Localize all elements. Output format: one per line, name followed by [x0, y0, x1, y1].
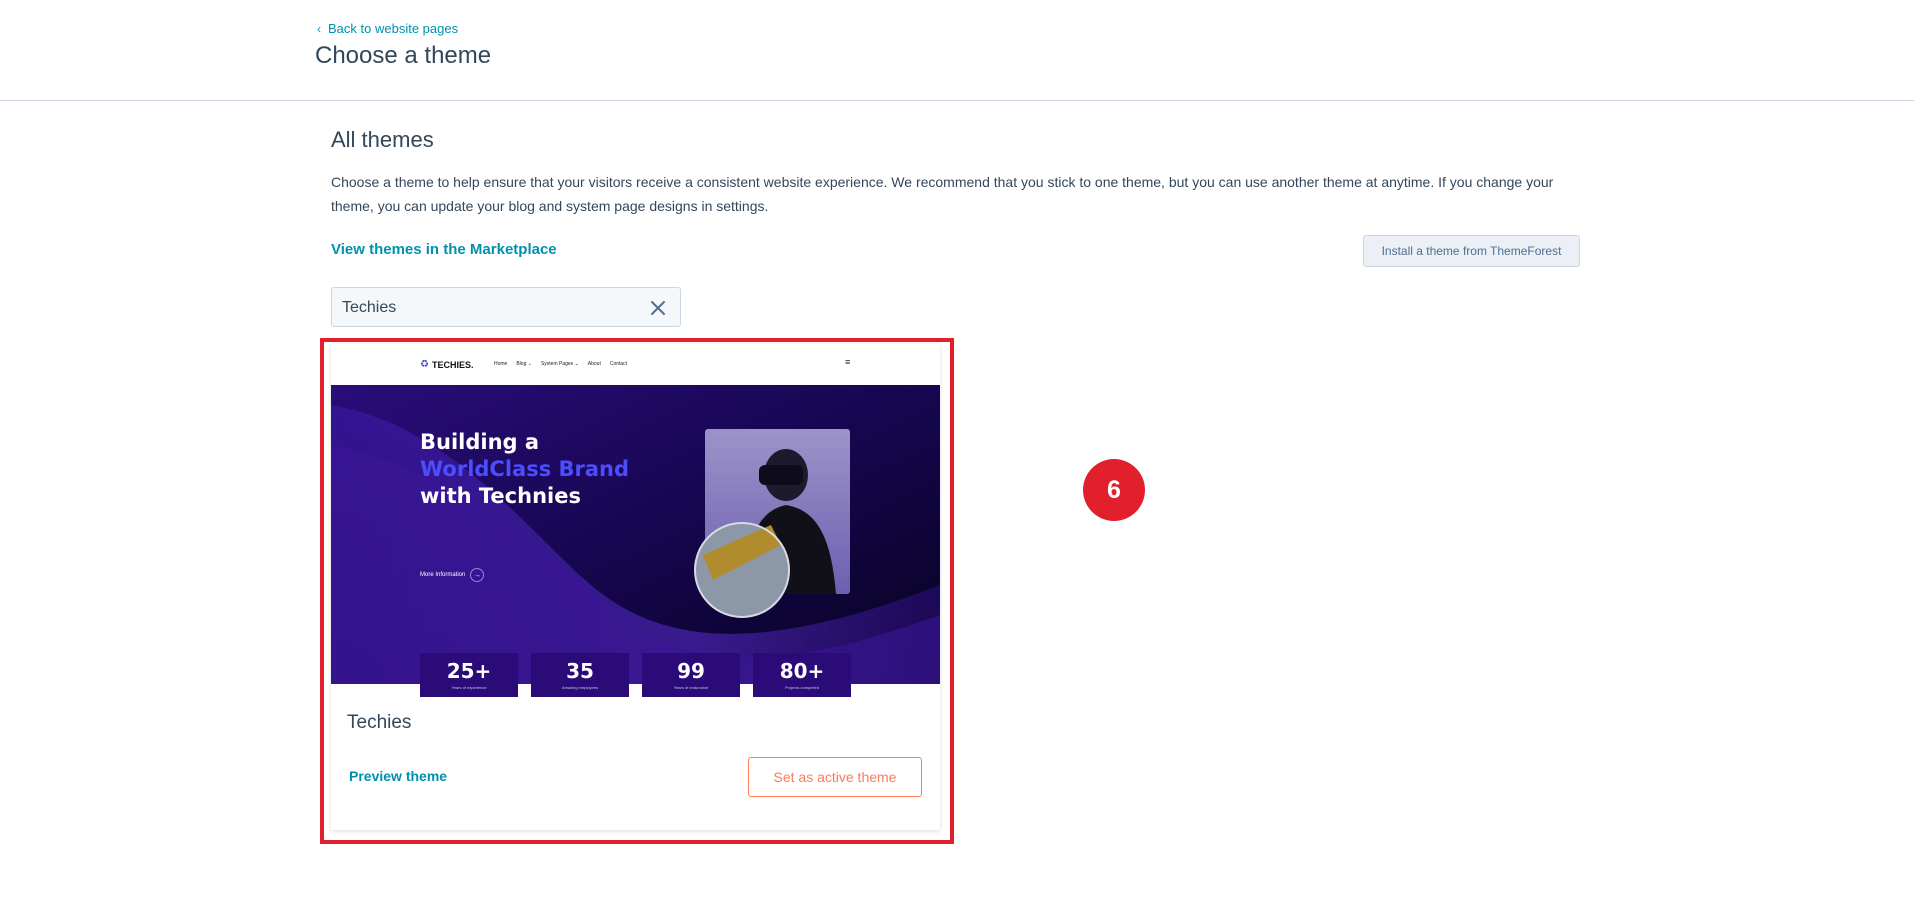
chevron-left-icon: ‹ — [317, 21, 321, 36]
hamburger-icon: ≡ — [845, 357, 851, 367]
thumbnail-stat: 99 Years of endurance — [642, 653, 740, 697]
thumbnail-stat: 25+ Years of experience — [420, 653, 518, 697]
thumbnail-navbar: ♻ TECHIES. Home Blog ⌄ System Pages ⌄ Ab… — [331, 344, 940, 385]
back-link-label: Back to website pages — [328, 21, 459, 36]
clear-search-icon[interactable] — [648, 298, 668, 318]
section-description: Choose a theme to help ensure that your … — [331, 174, 1554, 214]
theme-card: ♻ TECHIES. Home Blog ⌄ System Pages ⌄ Ab… — [331, 344, 940, 830]
logo-mark-icon: ♻ — [420, 359, 429, 370]
install-themeforest-button[interactable]: Install a theme from ThemeForest — [1363, 235, 1580, 267]
theme-thumbnail[interactable]: ♻ TECHIES. Home Blog ⌄ System Pages ⌄ Ab… — [331, 344, 940, 697]
theme-search-input[interactable] — [342, 296, 622, 320]
thumbnail-menu-item: Contact — [609, 361, 628, 367]
thumbnail-logo: ♻ TECHIES. — [420, 359, 474, 370]
theme-name: Techies — [347, 712, 412, 733]
thumbnail-headline: Building a WorldClass Brand with Technie… — [420, 430, 630, 508]
thumbnail-more-info: More Information → — [420, 568, 485, 582]
thumbnail-stat: 80+ Projects completed — [753, 653, 851, 697]
theme-search-box — [331, 287, 681, 327]
set-active-theme-button[interactable]: Set as active theme — [748, 757, 922, 797]
thumbnail-menu-item: Home — [494, 361, 508, 367]
marketplace-link[interactable]: View themes in the Marketplace — [331, 241, 557, 258]
arrow-right-icon: → — [470, 568, 485, 582]
page-title: Choose a theme — [315, 42, 492, 69]
thumbnail-stat: 35 Amazing employees — [531, 653, 629, 697]
thumbnail-menu: Home Blog ⌄ System Pages ⌄ About Contact — [494, 361, 627, 367]
thumbnail-menu-item: System Pages ⌄ — [540, 361, 579, 367]
section-title: All themes — [331, 127, 434, 152]
back-to-website-pages-link[interactable]: ‹ Back to website pages — [317, 21, 458, 36]
thumbnail-menu-item: About — [587, 361, 601, 367]
preview-theme-link[interactable]: Preview theme — [349, 768, 447, 784]
thumbnail-menu-item: Blog ⌄ — [516, 361, 532, 367]
step-number-badge: 6 — [1083, 459, 1145, 521]
page-header: ‹ Back to website pages Choose a theme — [0, 0, 1914, 101]
